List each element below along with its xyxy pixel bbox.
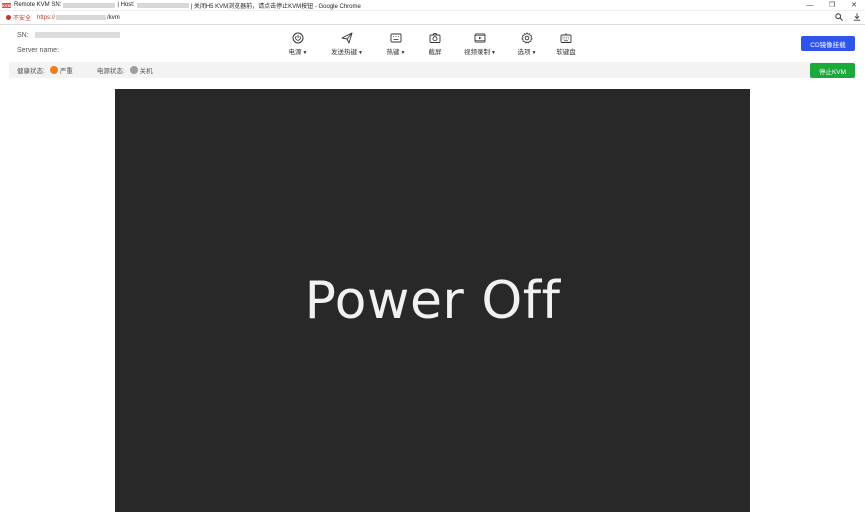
sn-row: SN: bbox=[17, 32, 120, 39]
server-name-label: Server name: bbox=[17, 47, 60, 54]
window-title-prefix: Remote KVM SN: bbox=[14, 2, 62, 8]
toolbar-video-record-label-row: 视频录制▼ bbox=[464, 49, 496, 56]
power-off-message: Power Off bbox=[304, 270, 561, 331]
download-icon[interactable] bbox=[853, 13, 861, 23]
keyboard-icon bbox=[390, 33, 402, 43]
chevron-down-icon: ▼ bbox=[358, 50, 363, 56]
toolbar-power-label-row: 电源▼ bbox=[288, 49, 308, 56]
soft-keyboard-icon bbox=[560, 33, 572, 43]
power-status-dot bbox=[129, 66, 138, 74]
health-status: 健康状态: 严重 bbox=[17, 65, 73, 75]
toolbar-screenshot[interactable]: 截屏 bbox=[425, 32, 445, 56]
zoom-icon[interactable] bbox=[835, 13, 843, 23]
redacted-host bbox=[136, 2, 189, 8]
gear-icon bbox=[521, 32, 533, 44]
send-icon bbox=[341, 32, 353, 44]
toolbar-hotkey[interactable]: 热键▼ bbox=[383, 32, 409, 56]
window-controls: — ❐ ✕ bbox=[799, 0, 865, 11]
insecure-label[interactable]: 不安全 bbox=[13, 13, 31, 22]
video-record-icon bbox=[474, 33, 486, 43]
chevron-down-icon: ▼ bbox=[400, 50, 406, 56]
sn-label: SN: bbox=[17, 32, 29, 39]
stop-kvm-button[interactable]: 停止KVM bbox=[810, 63, 855, 78]
minimize-icon[interactable]: — bbox=[799, 0, 821, 11]
toolbar-hotkey-label-row: 热键▼ bbox=[386, 49, 406, 56]
health-status-dot bbox=[49, 66, 58, 74]
insecure-warning-icon[interactable] bbox=[6, 15, 11, 20]
address-bar[interactable]: 不安全 https:// /kvm bbox=[0, 11, 865, 25]
toolbar-options-label-row: 选项▼ bbox=[517, 49, 537, 56]
cd-mount-button[interactable]: CD镜像挂载 bbox=[801, 36, 855, 51]
toolbar-send-hotkey[interactable]: 发送热键▼ bbox=[327, 32, 367, 56]
kvm-toolbar: 电源▼ 发送热键▼ 热键▼ 截屏 视频录制▼ 选项▼ 软键盘 bbox=[285, 32, 579, 56]
restore-icon[interactable]: ❐ bbox=[821, 0, 843, 11]
close-icon[interactable]: ✕ bbox=[843, 0, 865, 11]
toolbar-screenshot-label: 截屏 bbox=[428, 49, 442, 56]
status-bar: 健康状态: 严重 电源状态: 关机 bbox=[9, 62, 855, 78]
url-path: /kvm bbox=[107, 14, 120, 21]
health-status-label: 健康状态: bbox=[17, 68, 45, 75]
power-status-label: 电源状态: bbox=[96, 68, 125, 75]
url-scheme: https:// bbox=[37, 14, 56, 21]
window-title-suffix: | 关闭H5 KVM浏览器前，请点击停止KVM按钮 - Google Chrom… bbox=[190, 3, 361, 10]
power-status-value: 关机 bbox=[139, 68, 153, 75]
window-titlebar: KVM Remote KVM SN: | Host: | 关闭H5 KVM浏览器… bbox=[0, 0, 865, 11]
redacted-sn-value bbox=[34, 32, 120, 39]
kvm-screen[interactable]: Power Off bbox=[115, 89, 750, 512]
chevron-down-icon: ▼ bbox=[531, 50, 537, 56]
kvm-header: SN: Server name: 电源▼ 发送热键▼ 热键▼ 截屏 视频录制▼ bbox=[0, 26, 865, 62]
redacted-sn bbox=[63, 2, 116, 8]
toolbar-options[interactable]: 选项▼ bbox=[514, 32, 540, 56]
chevron-down-icon: ▼ bbox=[491, 50, 496, 56]
toolbar-video-record[interactable]: 视频录制▼ bbox=[462, 32, 498, 56]
redacted-url-host bbox=[56, 15, 107, 20]
toolbar-send-hotkey-label-row: 发送热键▼ bbox=[331, 49, 363, 56]
power-icon bbox=[292, 32, 304, 44]
power-status: 电源状态: 关机 bbox=[97, 65, 153, 75]
toolbar-soft-keyboard-label: 软键盘 bbox=[556, 49, 576, 56]
camera-icon bbox=[429, 33, 441, 43]
chevron-down-icon: ▼ bbox=[302, 50, 308, 56]
app-logo-icon: KVM bbox=[2, 2, 11, 8]
window-title-host: | Host: bbox=[117, 2, 135, 8]
health-status-value: 严重 bbox=[59, 68, 73, 75]
address-bar-actions bbox=[835, 11, 861, 25]
toolbar-power[interactable]: 电源▼ bbox=[285, 32, 311, 56]
toolbar-soft-keyboard[interactable]: 软键盘 bbox=[553, 32, 579, 56]
